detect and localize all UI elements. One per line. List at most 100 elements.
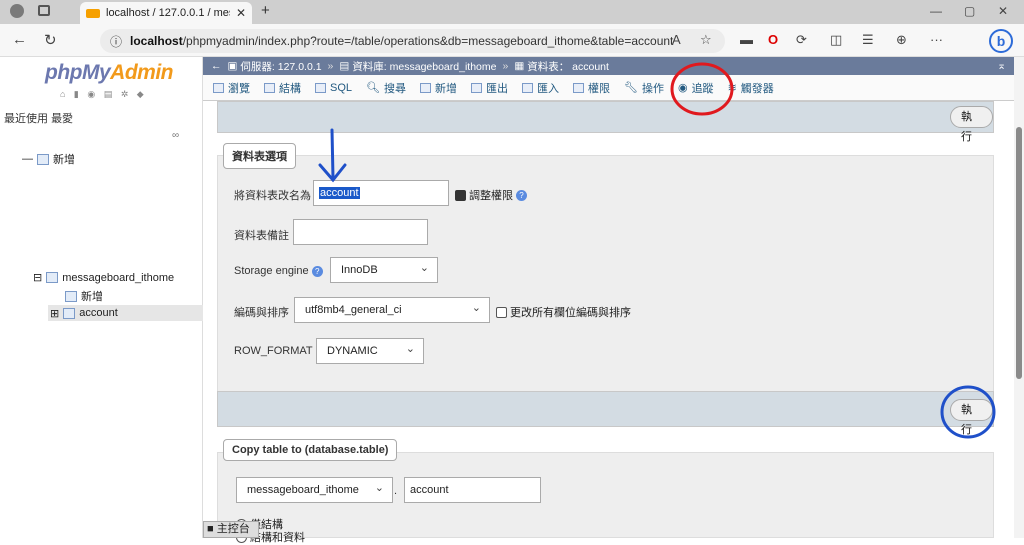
- tab-insert-label: 新增: [434, 82, 457, 95]
- browser-tab[interactable]: f localhost / 127.0.0.1 / messageb ✕: [80, 2, 252, 24]
- info-icon[interactable]: ⓘ: [110, 33, 122, 50]
- rename-input[interactable]: account: [313, 180, 449, 206]
- copy-table-name-input[interactable]: account: [404, 477, 541, 503]
- back-icon[interactable]: ←: [12, 31, 27, 48]
- profile-icon[interactable]: [10, 4, 24, 18]
- checkbox-checked[interactable]: [455, 189, 466, 201]
- tab-export[interactable]: 匯出: [470, 80, 508, 96]
- nav-toolbar-icons[interactable]: ⌂ ▮ ◉ ▤ ✲ ◆: [60, 89, 147, 100]
- address-input[interactable]: ⓘ localhost/phpmyadmin/index.php?route=/…: [100, 29, 725, 53]
- breadcrumb-table-label: 資料表： account: [527, 60, 609, 73]
- expand-icon[interactable]: ⊞: [50, 307, 59, 320]
- top-go-button[interactable]: 執行: [950, 106, 993, 143]
- tree-item-db-new[interactable]: 新增: [65, 288, 103, 304]
- breadcrumb-table[interactable]: ▦ 資料表： account: [514, 59, 609, 74]
- tree-item-new[interactable]: — 新增: [22, 151, 75, 167]
- tab-tracking[interactable]: ◉ 追蹤: [678, 80, 714, 96]
- checkbox-unchecked[interactable]: [496, 306, 507, 318]
- phpmyadmin-favicon-icon: f: [86, 8, 100, 18]
- adjust-privileges-label: 調整權限: [469, 190, 513, 202]
- new-tab-icon[interactable]: +: [261, 2, 270, 19]
- tree-new-label: 新增: [53, 154, 75, 166]
- more-icon[interactable]: ···: [930, 32, 943, 47]
- rename-label: 將資料表改名為: [234, 190, 311, 202]
- privileges-icon: [572, 82, 584, 93]
- db-new-label: 新增: [81, 291, 103, 303]
- refresh-icon[interactable]: ↻: [44, 31, 57, 49]
- tab-operations[interactable]: 🔧︎ 操作: [624, 80, 664, 96]
- tab-triggers[interactable]: ≋ 觸發器: [728, 80, 774, 96]
- sql-icon: [315, 82, 326, 93]
- workspaces-icon[interactable]: [38, 5, 50, 16]
- tab-title: localhost / 127.0.0.1 / messageb: [106, 7, 230, 19]
- tab-privileges[interactable]: 權限: [572, 80, 610, 96]
- tab-browse[interactable]: 瀏覽: [213, 80, 250, 96]
- wrench-icon: 🔧︎: [623, 82, 638, 94]
- favorites-list-icon[interactable]: ☰: [862, 32, 874, 48]
- favorite-star-icon[interactable]: ☆: [700, 32, 712, 48]
- main-content: ← ▣ 伺服器: 127.0.0.1 » ▤ 資料庫: messageboard_i…: [203, 57, 1014, 544]
- back-arrow-icon[interactable]: ←: [211, 60, 222, 72]
- comment-input[interactable]: [293, 219, 428, 245]
- tab-search[interactable]: 🔍︎ 搜尋: [366, 80, 406, 96]
- restore-icon[interactable]: ▢: [964, 4, 975, 18]
- link-icon[interactable]: ∞: [172, 130, 179, 141]
- close-tab-icon[interactable]: ✕: [236, 6, 246, 20]
- adjust-privileges-checkbox[interactable]: 調整權限?: [455, 187, 527, 203]
- comment-label: 資料表備註: [234, 230, 289, 242]
- help-icon[interactable]: ?: [516, 189, 527, 201]
- breadcrumb-server[interactable]: ▣ 伺服器: 127.0.0.1: [228, 59, 322, 74]
- tab-insert[interactable]: 新增: [419, 80, 457, 96]
- minimize-icon[interactable]: —: [930, 4, 942, 18]
- copy-db-select[interactable]: messageboard_ithome: [236, 476, 393, 503]
- console-toggle[interactable]: ■ 主控台: [203, 521, 259, 538]
- phpmyadmin-logo[interactable]: phpMyAdmin: [45, 61, 173, 85]
- import-icon: [521, 82, 533, 93]
- read-aloud-icon[interactable]: A: [672, 32, 681, 47]
- address-bar-row: ← ↻ ⓘ localhost/phpmyadmin/index.php?rou…: [0, 24, 1024, 57]
- copy-table-legend: Copy table to (database.table): [223, 439, 398, 461]
- bing-icon[interactable]: b: [989, 29, 1013, 53]
- change-all-label: 更改所有欄位編碼與排序: [510, 307, 631, 319]
- logo-text-main: phpMy: [45, 61, 111, 84]
- browser-tab-bar: f localhost / 127.0.0.1 / messageb ✕ + —…: [0, 0, 1024, 24]
- close-window-icon[interactable]: ✕: [998, 4, 1008, 18]
- tree-item-table-account[interactable]: ⊞ account: [48, 305, 203, 321]
- split-screen-icon[interactable]: ◫: [830, 32, 842, 48]
- tree-item-database[interactable]: ⊟ messageboard_ithome: [33, 271, 174, 285]
- tab-tracking-label: 追蹤: [691, 82, 714, 95]
- storage-engine-select[interactable]: InnoDB: [330, 256, 438, 283]
- refresh-extension-icon[interactable]: ⟳: [796, 32, 807, 48]
- search-icon: 🔍︎: [366, 82, 380, 94]
- collections-icon[interactable]: ⊕: [896, 32, 907, 48]
- collapse-icon[interactable]: ⊟: [33, 271, 42, 284]
- collapse-header-icon[interactable]: ⌅: [997, 60, 1006, 72]
- export-icon: [470, 82, 482, 93]
- tab-recent[interactable]: 最近使用: [4, 113, 48, 125]
- tab-operations-label: 操作: [641, 82, 664, 95]
- recent-favorites-tabs[interactable]: 最近使用 最愛: [4, 110, 73, 126]
- console-label: 主控台: [216, 523, 250, 535]
- tab-sql[interactable]: SQL: [315, 82, 352, 94]
- tab-favorites[interactable]: 最愛: [51, 113, 73, 125]
- extension-icon[interactable]: ▬: [740, 32, 753, 47]
- url-path: /phpmyadmin/index.php?route=/table/opera…: [182, 34, 674, 48]
- tab-structure[interactable]: 結構: [264, 80, 301, 96]
- change-all-columns-checkbox[interactable]: 更改所有欄位編碼與排序: [496, 304, 631, 320]
- table-icon: ▦: [514, 60, 525, 72]
- table-label: account: [79, 307, 118, 319]
- breadcrumb-separator: »: [327, 60, 334, 72]
- help-icon[interactable]: ?: [311, 266, 323, 277]
- browse-icon: [213, 82, 224, 93]
- tab-privileges-label: 權限: [587, 82, 610, 95]
- opera-extension-icon[interactable]: O: [768, 32, 778, 47]
- scrollbar-thumb[interactable]: [1016, 127, 1022, 379]
- breadcrumb-database[interactable]: ▤ 資料庫: messageboard_ithome: [339, 59, 496, 74]
- collation-select[interactable]: utf8mb4_general_ci: [294, 296, 490, 323]
- page-scrollbar[interactable]: [1014, 57, 1024, 538]
- go-button[interactable]: 執行: [950, 399, 993, 436]
- tab-sql-label: SQL: [330, 81, 353, 94]
- breadcrumb-db-label: 資料庫: messageboard_ithome: [352, 60, 497, 73]
- tab-import[interactable]: 匯入: [521, 80, 559, 96]
- row-format-select[interactable]: DYNAMIC: [316, 337, 424, 364]
